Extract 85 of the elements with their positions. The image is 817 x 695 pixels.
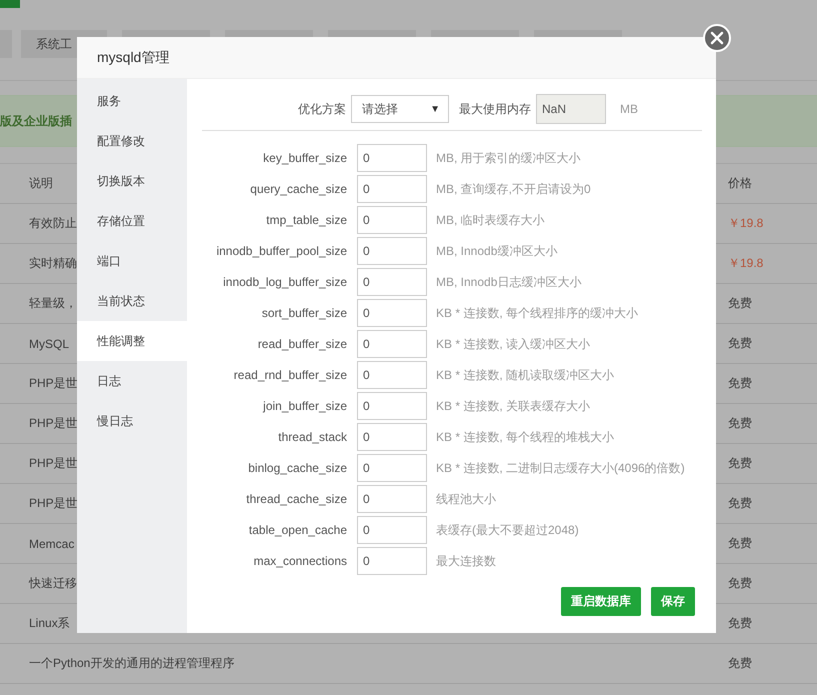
table-cell: Memcac [29, 536, 74, 550]
field-label: innodb_buffer_pool_size [215, 244, 347, 258]
field-hint: KB * 连接数, 关联表缓存大小 [436, 398, 590, 414]
input-field[interactable]: 0 [357, 361, 427, 389]
menu-item[interactable]: 当前状态 [77, 281, 187, 321]
table-cell: PHP是世 [29, 495, 78, 512]
field-label: sort_buffer_size [260, 306, 347, 320]
table-cell: PHP是世 [29, 375, 78, 392]
field-hint: KB * 连接数, 随机读取缓冲区大小 [436, 366, 614, 384]
input-field[interactable]: 0 [357, 516, 427, 544]
input-field[interactable]: 0 [357, 547, 427, 575]
input-field[interactable]: 0 [357, 237, 427, 265]
menu-item[interactable]: 端口 [77, 241, 187, 281]
field-label: table_open_cache [248, 523, 347, 537]
menu-item[interactable]: 切换版本 [77, 161, 187, 201]
field-label: innodb_log_buffer_size [222, 275, 347, 289]
input-field[interactable]: 0 [357, 330, 427, 358]
menu-item[interactable]: 日志 [77, 361, 187, 401]
price-cell: 免费 [728, 535, 752, 552]
menu-item[interactable]: 服务 [77, 81, 187, 121]
column-header: 说明 [29, 175, 53, 192]
price-cell: ￥19.8 [728, 255, 764, 272]
plan-select[interactable]: 请选择 ▼ [351, 95, 449, 123]
table-cell: PHP是世 [29, 415, 78, 432]
table-cell: 快速迁移 [29, 575, 77, 592]
unit-label: MB [620, 102, 638, 116]
column-header: 价格 [728, 175, 752, 192]
price-cell: 免费 [728, 615, 752, 632]
input-field[interactable]: 0 [357, 206, 427, 234]
field-label: query_cache_size [249, 182, 347, 196]
price-cell: 免费 [728, 415, 752, 432]
field-label: binlog_cache_size [247, 461, 347, 475]
close-icon[interactable] [703, 24, 731, 52]
price-cell: 免费 [728, 295, 752, 312]
field-hint: MB, 查询缓存,不开启请设为0 [436, 180, 591, 198]
field-label: read_rnd_buffer_size [232, 368, 347, 382]
field-hint: MB, Innodb日志缓冲区大小 [436, 274, 582, 290]
price-cell: 免费 [728, 455, 752, 472]
field-label: read_buffer_size [256, 337, 347, 351]
field-hint: 线程池大小 [436, 490, 496, 508]
price-cell: 免费 [728, 335, 752, 352]
corner-button[interactable] [0, 0, 20, 8]
field-hint: KB * 连接数, 读入缓冲区大小 [436, 336, 590, 352]
field-label: key_buffer_size [262, 151, 347, 165]
menu-item[interactable]: 存储位置 [77, 201, 187, 241]
field-label: 优化方案 [298, 100, 346, 118]
field-label: thread_stack [277, 430, 347, 444]
dialog-title: mysqld管理 [77, 37, 716, 79]
price-cell: 免费 [728, 575, 752, 592]
field-label: 最大使用内存 [459, 100, 531, 118]
field-hint: KB * 连接数, 每个线程的堆栈大小 [436, 428, 614, 446]
field-hint: 最大连接数 [436, 552, 496, 570]
input-field[interactable]: 0 [357, 423, 427, 451]
menu-item[interactable]: 性能调整 [77, 321, 187, 361]
input-field[interactable]: 0 [357, 144, 427, 172]
field-hint: 表缓存(最大不要超过2048) [436, 522, 579, 538]
input-field[interactable]: 0 [357, 485, 427, 513]
menu-item[interactable]: 配置修改 [77, 121, 187, 161]
input-field[interactable]: 0 [357, 299, 427, 327]
menu-item[interactable]: 慢日志 [77, 401, 187, 441]
field-hint: KB * 连接数, 每个线程排序的缓冲大小 [436, 304, 638, 322]
field-hint: MB, 用于索引的缓冲区大小 [436, 150, 581, 166]
table-cell: PHP是世 [29, 455, 78, 472]
table-cell: Linux系 [29, 615, 70, 632]
field-label: max_connections [252, 554, 347, 568]
field-hint: KB * 连接数, 二进制日志缓存大小(4096的倍数) [436, 460, 685, 476]
table-cell: 一个Python开发的通用的进程管理程序 [29, 655, 234, 672]
table-cell: 轻量级， [29, 295, 77, 312]
field-label: join_buffer_size [262, 399, 347, 413]
field-hint: MB, 临时表缓存大小 [436, 212, 545, 228]
input-field[interactable]: 0 [357, 268, 427, 296]
price-cell: 免费 [728, 375, 752, 392]
input-field[interactable]: 0 [357, 175, 427, 203]
table-cell: 有效防止 [29, 215, 77, 232]
field-label: tmp_table_size [265, 213, 347, 227]
table-cell: 实时精确 [29, 255, 77, 272]
field-hint: MB, Innodb缓冲区大小 [436, 242, 558, 260]
input-field[interactable]: 0 [357, 392, 427, 420]
field-label: thread_cache_size [245, 492, 347, 506]
table-cell: MySQL [29, 336, 70, 350]
input-field[interactable]: 0 [357, 454, 427, 482]
price-cell: 免费 [728, 655, 752, 672]
banner-text: 版及企业版插 [0, 112, 72, 130]
price-cell: ￥19.8 [728, 215, 764, 232]
price-cell: 免费 [728, 495, 752, 512]
